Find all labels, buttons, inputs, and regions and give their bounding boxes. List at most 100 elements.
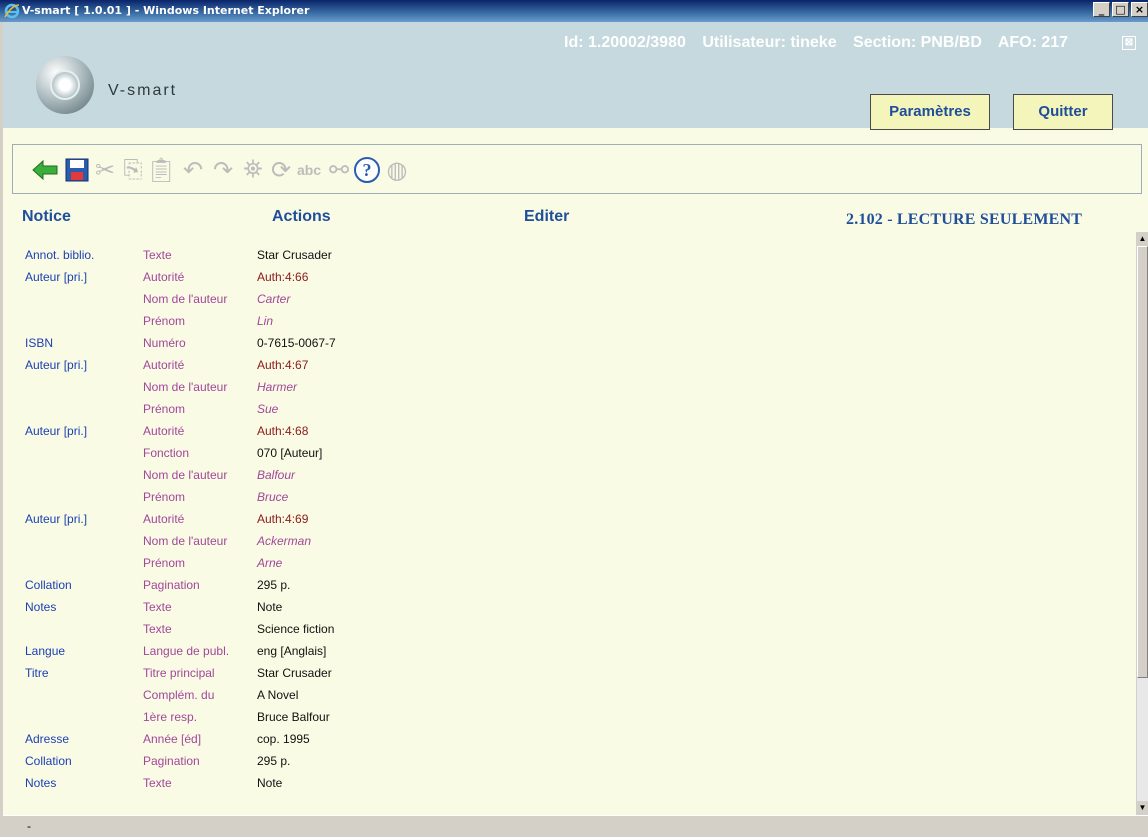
copy-icon: ⎘	[123, 156, 143, 183]
status-bar: -	[3, 815, 1148, 837]
subfield-label: Autorité	[143, 424, 185, 438]
field-tag[interactable]: Adresse	[25, 728, 69, 750]
maximize-button[interactable]: □	[1112, 2, 1129, 17]
field-value: 295 p.	[257, 578, 291, 592]
field-tag[interactable]: Notes	[25, 596, 56, 618]
field-tag[interactable]: Auteur [pri.]	[25, 266, 87, 288]
subfield-label: Langue de publ.	[143, 644, 230, 658]
field-value: 070 [Auteur]	[257, 446, 323, 460]
subfield-label: Pagination	[143, 578, 200, 592]
afo-info: AFO: 217	[997, 34, 1069, 51]
subfield-label: Nom de l'auteur	[143, 468, 228, 482]
field-value[interactable]: Auth:4:66	[257, 266, 308, 288]
record-id: Id: 1.20002/3980	[564, 34, 686, 51]
undo-icon: ↶	[182, 156, 204, 184]
field-value: Bruce	[257, 490, 289, 504]
brand-name: V-smart	[108, 82, 178, 99]
cut-icon: ✂	[94, 156, 116, 184]
subfield-label: Numéro	[143, 336, 186, 350]
field-value: Lin	[257, 314, 274, 328]
field-value: Science fiction	[257, 622, 335, 636]
close-window-button[interactable]: ×	[1131, 2, 1148, 17]
field-value: 0-7615-0067-7	[257, 336, 336, 350]
subfield-label: Autorité	[143, 270, 185, 284]
redo-icon: ↷	[212, 156, 234, 184]
minimize-button[interactable]: _	[1093, 2, 1110, 17]
field-value: Note	[257, 776, 283, 790]
field-value: Sue	[257, 402, 279, 416]
refresh-icon: ⟳	[270, 156, 292, 184]
field-value: Arne	[257, 556, 283, 570]
subfield-label: Année [éd]	[143, 732, 202, 746]
record-content: Annot. biblio. Texte Star Crusader Auteur […	[3, 232, 1136, 815]
field-value: Ackerman	[257, 534, 312, 548]
spellcheck-icon: abc	[296, 162, 322, 178]
field-value: Balfour	[257, 468, 296, 482]
field-tag[interactable]: Langue	[25, 640, 65, 662]
internet-explorer-icon	[4, 3, 20, 19]
subfield-label: Autorité	[143, 512, 185, 526]
help-icon[interactable]: ?	[352, 155, 382, 185]
field-tag[interactable]: Collation	[25, 574, 72, 596]
binoculars-icon: ⛯	[243, 156, 263, 183]
subfield-label: Complém. du	[143, 688, 215, 702]
field-value[interactable]: Auth:4:69	[257, 508, 308, 530]
column-editer: Editer	[524, 208, 570, 225]
field-value: Star Crusader	[257, 248, 332, 262]
parametres-button[interactable]: Paramètres	[870, 94, 990, 130]
user-info: Utilisateur: tineke	[702, 34, 837, 51]
subfield-label: Prénom	[143, 556, 186, 570]
field-tag[interactable]: ISBN	[25, 332, 53, 354]
subfield-label: Texte	[143, 622, 172, 636]
subfield-label: Prénom	[143, 314, 186, 328]
field-tag[interactable]: Notes	[25, 772, 56, 794]
subfield-label: Nom de l'auteur	[143, 534, 228, 548]
subfield-label: Prénom	[143, 402, 186, 416]
section-info: Section: PNB/BD	[853, 34, 982, 51]
field-value[interactable]: Auth:4:68	[257, 420, 308, 442]
field-value: cop. 1995	[257, 732, 310, 746]
field-value: eng [Anglais]	[257, 644, 327, 658]
subfield-label: Texte	[143, 776, 172, 790]
paste-icon: 📋︎	[145, 156, 177, 184]
scroll-thumb[interactable]	[1137, 246, 1148, 678]
column-notice: Notice	[22, 208, 71, 225]
field-value: 295 p.	[257, 754, 291, 768]
field-tag[interactable]: Auteur [pri.]	[25, 420, 87, 442]
field-value: Star Crusader	[257, 666, 332, 680]
subfield-label: Nom de l'auteur	[143, 292, 228, 306]
subfield-label: 1ère resp.	[143, 710, 198, 724]
back-arrow-icon[interactable]	[30, 155, 60, 185]
subfield-label: Texte	[143, 600, 172, 614]
subfield-label: Texte	[143, 248, 172, 262]
subfield-label: Autorité	[143, 358, 185, 372]
scroll-up-icon[interactable]: ▲	[1137, 232, 1148, 246]
field-tag[interactable]: Titre	[25, 662, 49, 684]
field-value: Carter	[257, 292, 291, 306]
field-value: A Novel	[257, 688, 299, 702]
subfield-label: Titre principal	[143, 666, 215, 680]
search-globe-icon: ◍	[386, 156, 408, 184]
window-titlebar: V-smart [ 1.0.01 ] - Windows Internet Ex…	[0, 0, 1148, 22]
field-value: Bruce Balfour	[257, 710, 330, 724]
vertical-scrollbar[interactable]: ▲ ▼	[1136, 232, 1148, 815]
subfield-label: Pagination	[143, 754, 200, 768]
glasses-icon: ⚯	[328, 156, 350, 184]
field-tag[interactable]: Auteur [pri.]	[25, 508, 87, 530]
field-value: Note	[257, 600, 283, 614]
subfield-label: Nom de l'auteur	[143, 380, 228, 394]
field-tag[interactable]: Auteur [pri.]	[25, 354, 87, 376]
field-value[interactable]: Auth:4:67	[257, 354, 308, 376]
field-tag[interactable]: Annot. biblio.	[25, 244, 94, 266]
subfield-label: Prénom	[143, 490, 186, 504]
field-value: Harmer	[257, 380, 298, 394]
vsmart-logo-center	[50, 70, 80, 100]
subfield-label: Fonction	[143, 446, 190, 460]
field-tag[interactable]: Collation	[25, 750, 72, 772]
column-actions: Actions	[272, 208, 331, 225]
session-info: Id: 1.20002/3980 Utilisateur: tineke Sec…	[564, 34, 1080, 52]
save-icon[interactable]	[62, 155, 92, 185]
scroll-down-icon[interactable]: ▼	[1137, 801, 1148, 815]
close-icon[interactable]: ⊠	[1122, 36, 1136, 50]
quitter-button[interactable]: Quitter	[1013, 94, 1113, 130]
